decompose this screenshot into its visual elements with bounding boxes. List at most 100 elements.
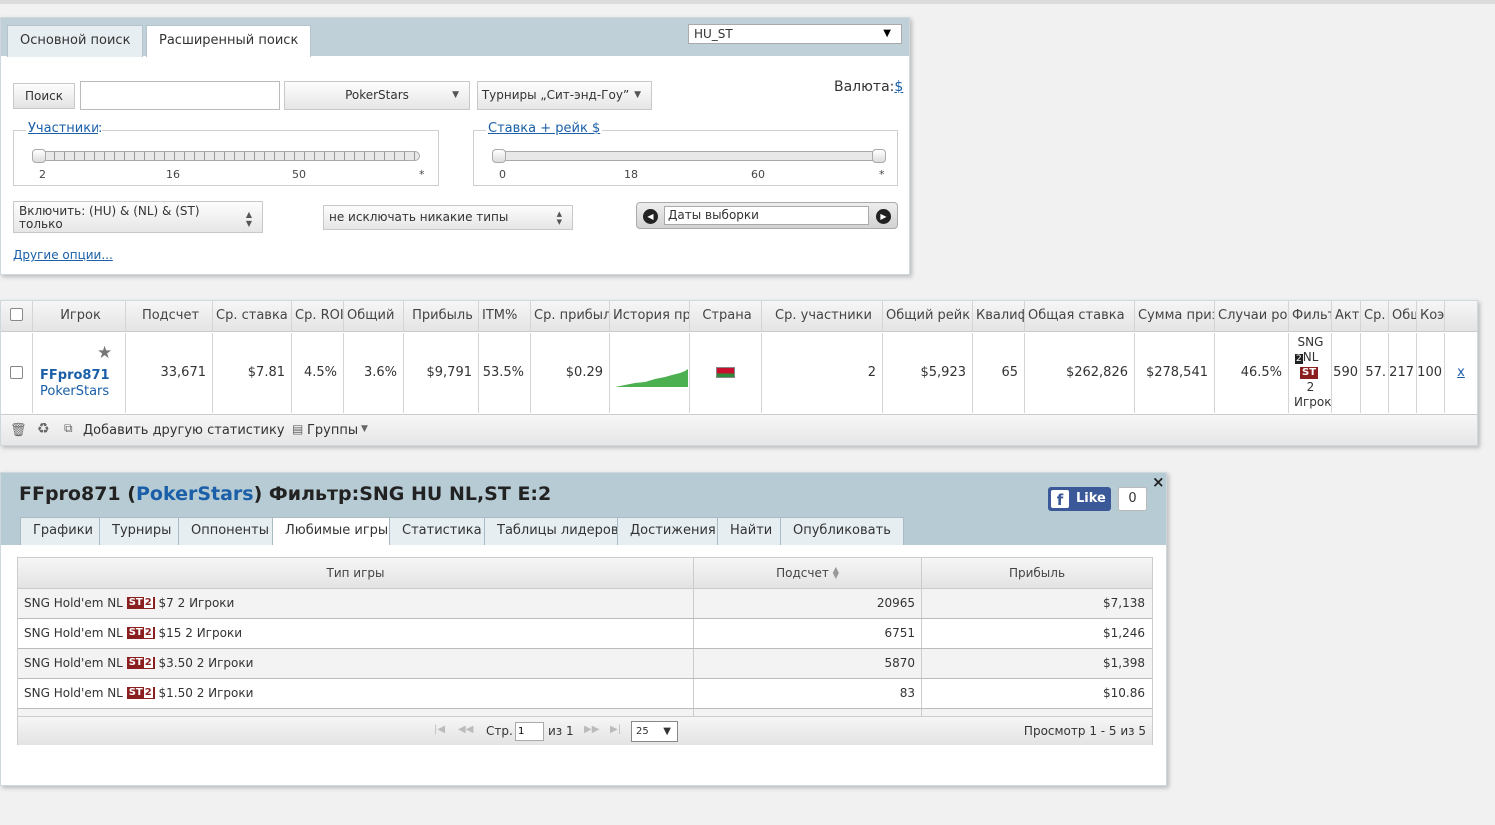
participants-slider-handle[interactable] xyxy=(32,149,46,163)
column-header[interactable]: Страна xyxy=(690,301,762,332)
add-stat-link[interactable]: Добавить другую статистику xyxy=(83,423,285,438)
prize-sum-cell: $278,541 xyxy=(1135,333,1215,413)
column-header[interactable]: Общий xyxy=(344,301,404,332)
stake-label[interactable]: Ставка + рейк $ xyxy=(486,121,603,136)
qualif-cell: 65 xyxy=(973,333,1025,413)
search-button[interactable]: Поиск xyxy=(13,83,75,109)
currency-label: Валюта:$ xyxy=(834,79,903,95)
table-row[interactable]: SNG Hold'em NL ST 2 $15 2 Игроки 6751 $1,24… xyxy=(18,619,1152,649)
column-header[interactable]: Игрок xyxy=(33,301,126,332)
close-icon[interactable]: × xyxy=(1152,473,1165,491)
column-header[interactable]: Подсчет xyxy=(126,301,213,332)
table-row[interactable]: SNG Hold'em NL ST 2 $7 2 Игроки 20965 $7,13… xyxy=(18,589,1152,619)
tab-favorite-games[interactable]: Любимые игры xyxy=(272,517,402,545)
column-header[interactable]: Квалиф xyxy=(973,301,1025,332)
column-header[interactable]: Общий рейк xyxy=(883,301,973,332)
include-select[interactable]: Включить: (HU) & (NL) & (ST) только ▲ ▼ xyxy=(13,201,263,233)
currency-link[interactable]: $ xyxy=(894,79,903,95)
column-header[interactable]: Коэф xyxy=(1417,301,1445,332)
more-options-link[interactable]: Другие опции... xyxy=(13,248,113,262)
next-page-icon[interactable]: ▶▶ xyxy=(584,724,599,735)
tab-basic-search[interactable]: Основной поиск xyxy=(7,25,144,57)
column-header-profit[interactable]: Прибыль xyxy=(922,558,1152,589)
participants-tick: 2 xyxy=(39,168,46,181)
game-stake: $15 2 Игроки xyxy=(158,626,242,640)
page-size-select[interactable]: 25 ▼ xyxy=(631,721,678,742)
exclude-select[interactable]: не исключать никакие типы ▲ ▼ xyxy=(323,205,573,230)
filter-st: ST xyxy=(1300,366,1319,381)
stake-slider-min-handle[interactable] xyxy=(492,149,506,163)
trash-icon[interactable]: 🗑 xyxy=(10,423,27,438)
count-cell: 33,671 xyxy=(126,333,213,413)
detail-site-link[interactable]: PokerStars xyxy=(136,483,254,505)
page-number-input[interactable] xyxy=(515,722,544,741)
tab-publish[interactable]: Опубликовать xyxy=(780,517,904,545)
badge-num: 2 xyxy=(143,597,153,608)
search-panel: Основной поиск Расширенный поиск HU_ST ▼… xyxy=(0,17,910,275)
participants-slider-track[interactable] xyxy=(34,151,420,161)
column-header[interactable]: Акт xyxy=(1332,301,1361,332)
next-icon[interactable]: ▶ xyxy=(876,209,891,224)
participants-tick: 50 xyxy=(292,168,306,181)
tab-statistics[interactable]: Статистика xyxy=(389,517,495,545)
prev-icon[interactable]: ◀ xyxy=(643,209,658,224)
facebook-like-button[interactable]: f Like xyxy=(1048,487,1111,511)
remove-cell: x xyxy=(1445,333,1477,413)
column-header-game-type[interactable]: Тип игры xyxy=(18,558,694,589)
column-header[interactable]: История прибыли xyxy=(610,301,690,332)
favorite-star-icon[interactable]: ★ xyxy=(97,345,112,362)
avg-stake-cell: $7.81 xyxy=(213,333,292,413)
column-header[interactable]: Ср. xyxy=(1361,301,1389,332)
column-header[interactable]: ITM% xyxy=(479,301,531,332)
column-header[interactable]: Фильтр xyxy=(1289,301,1332,332)
column-header[interactable]: Общая ставка xyxy=(1025,301,1135,332)
game-type-cell: SNG Hold'em NL ST 2 $1.50 2 Игроки xyxy=(18,679,694,708)
column-header[interactable]: Ср. ставка xyxy=(213,301,292,332)
player-name-link[interactable]: FFpro871 xyxy=(40,368,110,384)
table-row[interactable]: SNG Hold'em NL ST 2 $1.50 2 Игроки 83 $10.8… xyxy=(18,679,1152,709)
game-type-select[interactable]: Турниры „Сит-энд-Гоу” ▼ xyxy=(477,81,652,110)
total-roi-cell: 3.6% xyxy=(344,333,404,413)
tab-advanced-search[interactable]: Расширенный поиск xyxy=(146,25,312,57)
column-header[interactable]: Случаи розыгрыша xyxy=(1215,301,1289,332)
like-count: 0 xyxy=(1118,487,1147,511)
stake-slider-max-handle[interactable] xyxy=(872,149,886,163)
tab-achievements[interactable]: Достижения xyxy=(617,517,729,545)
profit-sparkline[interactable] xyxy=(610,333,689,413)
remove-row-link[interactable]: x xyxy=(1457,365,1465,380)
groups-menu[interactable]: Группы xyxy=(307,423,358,438)
date-range-input[interactable]: Даты выборки xyxy=(664,206,869,225)
top-divider xyxy=(0,0,1495,4)
act-cell: 590 xyxy=(1332,333,1361,413)
filter-preset-select[interactable]: HU_ST ▼ xyxy=(688,24,902,44)
column-header[interactable]: Сумма призов xyxy=(1135,301,1215,332)
first-page-icon[interactable]: |◀ xyxy=(434,724,445,735)
prev-page-icon[interactable]: ◀◀ xyxy=(458,724,473,735)
stake-slider-track[interactable] xyxy=(494,151,884,161)
badge-st: ST xyxy=(128,597,143,608)
select-all-checkbox[interactable] xyxy=(10,308,23,321)
column-header-count[interactable]: Подсчет ▲ ▼ xyxy=(694,558,922,589)
site-select[interactable]: PokerStars ▼ xyxy=(284,81,470,110)
column-header[interactable]: Прибыль xyxy=(404,301,479,332)
search-panel-header: Основной поиск Расширенный поиск HU_ST ▼ xyxy=(1,18,909,57)
tab-leaderboards[interactable]: Таблицы лидеров xyxy=(484,517,632,545)
tab-opponents[interactable]: Оппоненты xyxy=(178,517,283,545)
date-range-picker: ◀ Даты выборки ▶ xyxy=(636,202,898,229)
participants-label[interactable]: Участники xyxy=(26,121,102,136)
column-header[interactable]: Ср. участники xyxy=(762,301,883,332)
last-page-icon[interactable]: ▶| xyxy=(610,724,621,735)
row-checkbox[interactable] xyxy=(10,366,23,379)
stake-tick: 60 xyxy=(751,168,765,181)
search-input[interactable] xyxy=(80,81,280,110)
tab-tournaments[interactable]: Турниры xyxy=(99,517,185,545)
tab-find[interactable]: Найти xyxy=(717,517,786,545)
table-row[interactable]: SNG Hold'em NL ST 2 $3.50 2 Игроки 5870 $1,… xyxy=(18,649,1152,679)
game-stake: $3.50 2 Игроки xyxy=(158,656,254,670)
column-header[interactable]: Общ xyxy=(1389,301,1417,332)
column-header[interactable]: Ср. прибыль xyxy=(531,301,610,332)
tab-graphs[interactable]: Графики xyxy=(20,517,107,545)
player-detail-panel: FFpro871 (PokerStars) Фильтр:SNG HU NL,S… xyxy=(0,472,1167,786)
column-header[interactable]: Ср. ROI xyxy=(292,301,344,332)
refresh-icon[interactable]: ♻ xyxy=(37,421,50,437)
